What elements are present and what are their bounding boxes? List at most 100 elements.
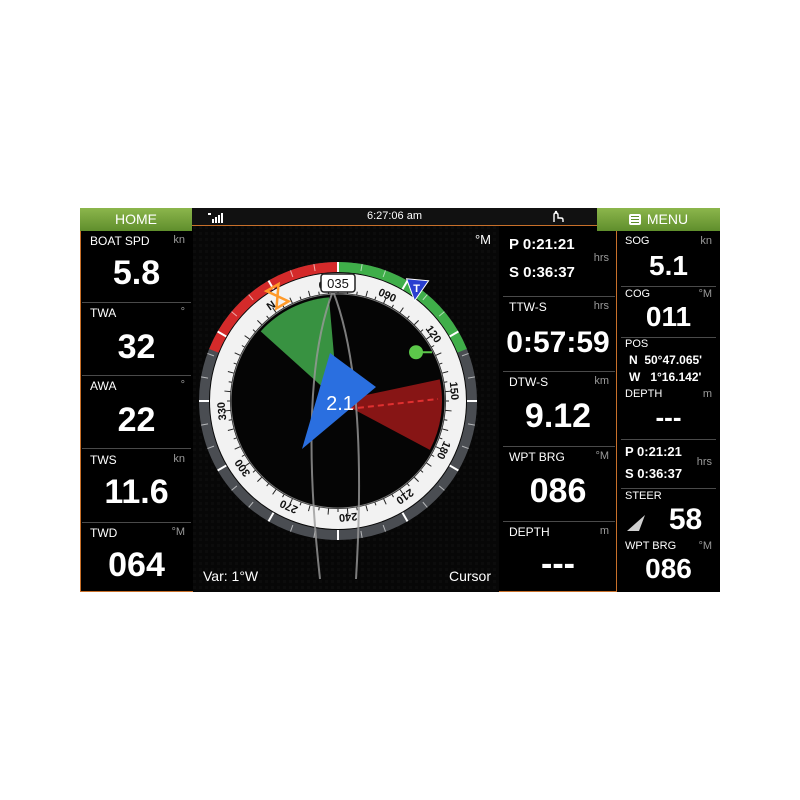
tile-depth[interactable]: DEPTH m --- <box>501 523 615 590</box>
touch-icon <box>553 210 564 222</box>
timer-starboard: S 0:36:37 <box>509 264 575 281</box>
tile-label: POS <box>625 338 649 350</box>
tile-position[interactable]: POS N 50°47.065' W 1°16.142' <box>619 338 718 388</box>
tile-label: BOAT SPD <box>90 234 150 248</box>
tile-value: 22 <box>117 401 156 439</box>
divider <box>503 446 615 447</box>
card-tick <box>327 508 330 515</box>
card-tick <box>318 507 320 511</box>
tile-label: TTW-S <box>509 300 547 314</box>
tile-twa[interactable]: TWA ° 32 <box>82 304 191 374</box>
longitude: W 1°16.142' <box>629 370 702 384</box>
menu-label: MENU <box>646 211 689 227</box>
frame-line-left <box>80 231 81 592</box>
timer-port: P 0:21:21 <box>509 236 575 253</box>
menu-button[interactable]: MENU <box>597 208 720 231</box>
tile-value: 11.6 <box>104 473 169 511</box>
cursor-mode-label[interactable]: Cursor <box>449 568 491 584</box>
tile-depth-right[interactable]: DEPTH m --- <box>619 388 718 438</box>
tile-value: 011 <box>645 301 692 332</box>
divider <box>503 296 615 297</box>
tile-label: DEPTH <box>509 525 550 539</box>
tile-timers-right[interactable]: P 0:21:21 S 0:36:37 hrs <box>619 440 718 488</box>
divider <box>503 521 615 522</box>
tile-twd[interactable]: TWD °M 064 <box>82 524 191 590</box>
tile-unit: °M <box>595 450 609 462</box>
tile-value: 9.12 <box>524 397 592 435</box>
heading-unit: °M <box>474 232 491 247</box>
tile-unit: kn <box>173 453 185 465</box>
steer-arrow-icon <box>627 515 645 531</box>
tile-tws[interactable]: TWS kn 11.6 <box>82 451 191 521</box>
tile-unit: m <box>702 388 712 400</box>
wind-speed-label: 2.1 <box>326 393 354 415</box>
divider <box>82 448 191 449</box>
home-button[interactable]: HOME <box>80 208 192 231</box>
tile-timers[interactable]: P 0:21:21 S 0:36:37 hrs <box>501 232 615 296</box>
tile-value: --- <box>541 545 575 583</box>
frame-line-right <box>616 231 617 592</box>
tile-label: DEPTH <box>625 388 663 400</box>
variation-label: Var: 1°W <box>203 568 259 584</box>
latitude: N 50°47.065' <box>629 353 703 367</box>
wind-compass[interactable]: N0600901201501802102402703003302.1T035 <box>193 226 499 592</box>
waypoint-dot <box>409 345 424 360</box>
tile-dtw-s[interactable]: DTW-S km 9.12 <box>501 373 615 445</box>
tile-value: --- <box>655 402 682 432</box>
tile-ttw-s[interactable]: TTW-S hrs 0:57:59 <box>501 298 615 370</box>
tile-value: 5.1 <box>649 250 688 281</box>
tile-value: 064 <box>108 546 165 584</box>
tile-label: WPT BRG <box>625 540 677 552</box>
clock: 6:27:06 am <box>366 210 423 222</box>
card-tick <box>356 291 358 295</box>
tile-steer[interactable]: STEER 58 <box>619 489 718 539</box>
tile-label: STEER <box>625 490 662 502</box>
tile-label: TWD <box>90 526 118 540</box>
timer-unit: hrs <box>696 456 712 468</box>
tile-label: TWA <box>90 306 117 320</box>
tile-unit: ° <box>180 379 185 391</box>
timer-starboard: S 0:36:37 <box>625 466 683 481</box>
divider <box>82 375 191 376</box>
card-tick <box>444 419 448 421</box>
divider <box>503 371 615 372</box>
compass-label: 240 <box>338 510 357 524</box>
tile-awa[interactable]: AWA ° 22 <box>82 377 191 447</box>
tile-unit: ° <box>180 306 185 318</box>
tile-label: TWS <box>90 453 117 467</box>
home-label: HOME <box>115 211 157 227</box>
tile-label: AWA <box>90 379 117 393</box>
tile-unit: km <box>594 375 609 387</box>
tile-unit: °M <box>698 540 712 552</box>
timer-port: P 0:21:21 <box>625 444 682 459</box>
true-wind-pointer-label: T <box>413 283 420 295</box>
tile-value: 5.8 <box>112 254 161 292</box>
tile-wpt-brg-right[interactable]: WPT BRG °M 086 <box>619 539 718 591</box>
tile-label: DTW-S <box>509 375 549 389</box>
tile-wpt-brg[interactable]: WPT BRG °M 086 <box>501 448 615 520</box>
tile-unit: kn <box>173 234 185 246</box>
divider <box>82 302 191 303</box>
card-tick <box>445 409 452 412</box>
tile-sog[interactable]: SOG kn 5.1 <box>619 232 718 286</box>
tile-label: WPT BRG <box>509 450 565 464</box>
tile-unit: hrs <box>593 300 609 312</box>
tile-unit: °M <box>698 288 712 300</box>
compass-label: 150 <box>447 381 461 400</box>
chartplotter-screen: HOME 6:27:06 am MENU BOAT SPD kn 5.8 TWA <box>80 208 720 592</box>
tile-boat-speed[interactable]: BOAT SPD kn 5.8 <box>82 232 191 301</box>
tile-unit: °M <box>171 526 185 538</box>
heading-value: 035 <box>327 276 349 291</box>
card-tick <box>228 381 232 383</box>
tile-label: COG <box>625 288 651 300</box>
wind-compass-panel[interactable]: N0600901201501802102402703003302.1T035 °… <box>193 226 499 592</box>
tile-unit: m <box>599 525 609 537</box>
status-bar: 6:27:06 am <box>192 208 597 226</box>
card-tick <box>224 390 231 393</box>
menu-icon <box>628 214 641 225</box>
tile-cog[interactable]: COG °M 011 <box>619 287 718 337</box>
compass-label: 330 <box>216 401 230 420</box>
tile-label: SOG <box>625 235 650 247</box>
tile-value: 0:57:59 <box>506 326 610 359</box>
timer-unit: hrs <box>593 252 609 264</box>
